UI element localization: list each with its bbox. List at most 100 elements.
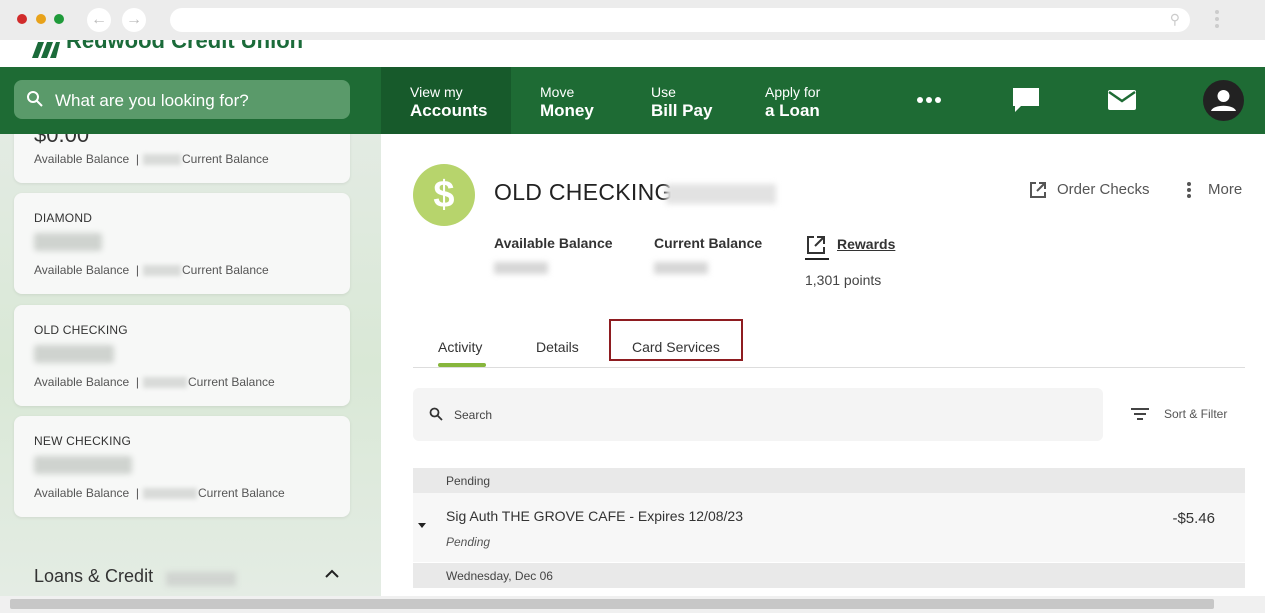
- chat-icon[interactable]: [1011, 86, 1041, 114]
- current-balance-label: Current Balance: [181, 263, 269, 277]
- logo-strip: Redwood Credit Union: [0, 40, 1265, 67]
- available-balance-label: Available Balance: [34, 263, 130, 277]
- balance-line: Available Balance | Current Balance: [34, 263, 269, 277]
- current-balance-redacted: [654, 262, 708, 274]
- available-balance-redacted: [494, 262, 548, 274]
- global-search-input[interactable]: What are you looking for?: [14, 80, 350, 119]
- window-close-button[interactable]: [17, 14, 27, 24]
- account-number-redacted: [666, 184, 776, 204]
- loans-credit-heading[interactable]: Loans & Credit: [34, 566, 153, 587]
- sort-filter-button[interactable]: Sort & Filter: [1130, 406, 1227, 427]
- brand-name: Redwood Credit Union: [66, 40, 304, 53]
- account-balance-redacted: [34, 233, 102, 251]
- current-balance-label: Current Balance: [187, 375, 275, 389]
- nav-label-line1: Apply for: [765, 84, 821, 100]
- rewards-label: Rewards: [837, 236, 896, 252]
- expand-caret-icon[interactable]: [418, 523, 426, 528]
- nav-label-line2: Accounts: [410, 101, 488, 120]
- accounts-sidebar: $0.00 Available Balance | Current Balance…: [0, 134, 381, 596]
- nav-label-line1: View my: [410, 84, 463, 100]
- more-label: More: [1208, 181, 1243, 198]
- nav-label-line2: a Loan: [765, 101, 820, 120]
- transaction-status: Pending: [446, 535, 491, 549]
- balance-line: Available Balance | Current Balance: [34, 152, 269, 166]
- available-balance-label: Available Balance: [34, 375, 130, 389]
- transaction-description: Sig Auth THE GROVE CAFE - Expires 12/08/…: [446, 508, 743, 524]
- window-maximize-button[interactable]: [54, 14, 64, 24]
- section-label: Wednesday, Dec 06: [446, 569, 553, 583]
- search-placeholder: Search: [454, 408, 493, 422]
- order-checks-button[interactable]: Order Checks: [1028, 180, 1150, 204]
- horizontal-scrollbar[interactable]: [0, 596, 1265, 613]
- nav-label-line1: Use: [651, 84, 676, 100]
- sort-filter-label: Sort & Filter: [1164, 407, 1228, 421]
- nav-move-money[interactable]: Move Money: [511, 67, 621, 134]
- external-link-icon: [807, 236, 825, 254]
- rewards-link[interactable]: Rewards: [805, 234, 895, 261]
- more-button[interactable]: More: [1181, 180, 1242, 204]
- available-balance-label: Available Balance: [494, 235, 613, 251]
- account-name: DIAMOND: [34, 211, 93, 225]
- rewards-points: 1,301 points: [805, 272, 882, 288]
- account-card[interactable]: $0.00 Available Balance | Current Balance: [14, 134, 350, 183]
- dollar-icon: $: [413, 164, 475, 226]
- section-label: Pending: [446, 474, 491, 488]
- transaction-row[interactable]: Sig Auth THE GROVE CAFE - Expires 12/08/…: [413, 493, 1245, 562]
- search-icon: [27, 91, 43, 107]
- current-balance-label: Current Balance: [654, 235, 763, 251]
- brand-logo-icon[interactable]: [32, 40, 60, 58]
- profile-icon[interactable]: [1203, 80, 1244, 121]
- external-link-icon: [1030, 182, 1046, 198]
- available-balance-label: Available Balance: [34, 486, 130, 500]
- tabs-divider: [413, 367, 1245, 368]
- filter-icon: [1131, 408, 1149, 420]
- tab-activity[interactable]: Activity: [438, 339, 482, 355]
- balance-line: Available Balance | Current Balance: [34, 375, 275, 389]
- balance-line: Available Balance | Current Balance: [34, 486, 285, 500]
- account-balance: $0.00: [34, 134, 90, 147]
- search-icon: [429, 407, 443, 421]
- search-placeholder: What are you looking for?: [55, 91, 249, 110]
- tab-selected-indicator: [438, 363, 486, 367]
- nav-view-accounts[interactable]: View my Accounts: [381, 67, 511, 134]
- nav-label-line2: Bill Pay: [651, 101, 713, 120]
- tab-details[interactable]: Details: [536, 339, 579, 355]
- account-balance-redacted: [34, 456, 132, 474]
- order-checks-label: Order Checks: [1057, 181, 1150, 198]
- back-arrow-icon[interactable]: ←: [87, 8, 111, 32]
- date-section-header: Wednesday, Dec 06: [413, 563, 1245, 588]
- nav-bill-pay[interactable]: Use Bill Pay: [621, 67, 735, 134]
- account-card-new-checking[interactable]: NEW CHECKING Available Balance | Current …: [14, 416, 350, 517]
- account-detail: $ OLD CHECKING Order Checks More Availab…: [381, 134, 1265, 596]
- address-bar[interactable]: ⚲: [170, 8, 1190, 32]
- search-icon: ⚲: [1169, 11, 1180, 27]
- available-balance-label: Available Balance: [34, 152, 130, 166]
- current-balance-label: Current Balance: [181, 152, 269, 166]
- pending-section-header: Pending: [413, 468, 1245, 493]
- current-balance-label: Current Balance: [197, 486, 285, 500]
- chevron-up-icon[interactable]: [324, 567, 340, 579]
- browser-chrome: ← → ⚲: [0, 0, 1265, 40]
- loans-total-redacted: [166, 572, 236, 586]
- account-card-diamond[interactable]: DIAMOND Available Balance | Current Balan…: [14, 193, 350, 294]
- window-minimize-button[interactable]: [36, 14, 46, 24]
- rewards-icon-underline: [805, 258, 829, 260]
- top-navigation: What are you looking for? View my Accoun…: [0, 67, 1265, 134]
- more-horizontal-icon[interactable]: [916, 94, 942, 106]
- browser-menu-icon[interactable]: [1214, 8, 1220, 32]
- transaction-amount: -$5.46: [1172, 510, 1215, 527]
- nav-apply-loan[interactable]: Apply for a Loan: [735, 67, 865, 134]
- account-name: OLD CHECKING: [34, 323, 128, 337]
- account-card-old-checking[interactable]: OLD CHECKING Available Balance | Current …: [14, 305, 350, 406]
- forward-arrow-icon[interactable]: →: [122, 8, 146, 32]
- card-services-highlight: [609, 319, 743, 361]
- account-name: NEW CHECKING: [34, 434, 132, 448]
- account-balance-redacted: [34, 345, 114, 363]
- scrollbar-thumb[interactable]: [10, 599, 1214, 609]
- more-vertical-icon: [1187, 182, 1191, 198]
- transaction-search-input[interactable]: Search: [413, 388, 1103, 441]
- nav-label-line2: Money: [540, 101, 594, 120]
- account-title: OLD CHECKING: [494, 179, 673, 205]
- nav-label-line1: Move: [540, 84, 575, 100]
- mail-icon[interactable]: [1107, 89, 1137, 111]
